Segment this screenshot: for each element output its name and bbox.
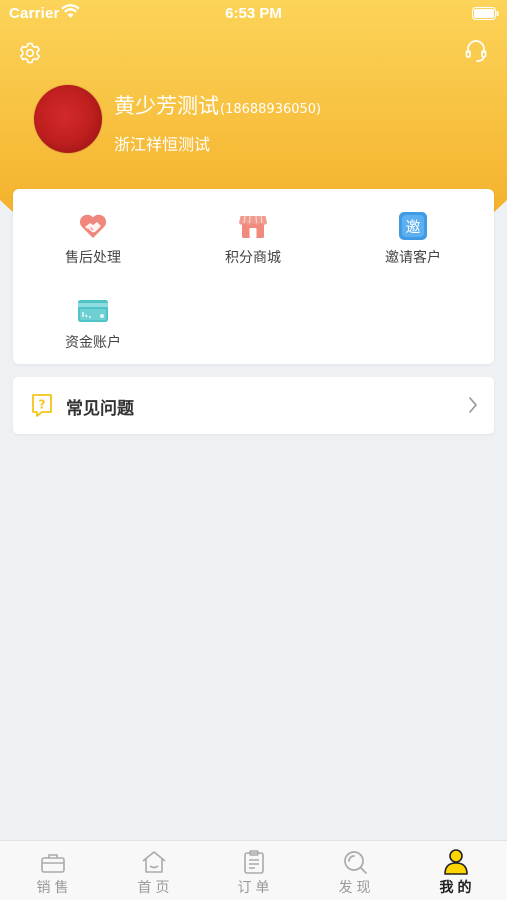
tab-sales[interactable]: 销售 (2, 841, 103, 900)
user-name: 黄少芳测试 (114, 94, 219, 118)
user-name-row: 黄少芳测试(18688936050) (114, 90, 321, 120)
menu-card: 售后处理 积分商城 邀 邀请客户 资金账户 (13, 189, 494, 364)
faq-row[interactable]: ? 常见问题 (13, 377, 494, 434)
avatar[interactable] (34, 85, 102, 153)
tab-label: 发现 (338, 880, 375, 896)
menu-item-points-mall[interactable]: 积分商城 (173, 209, 333, 267)
battery-icon (472, 6, 499, 24)
invite-icon-text: 邀 (405, 218, 420, 236)
tab-bar: 销售 首页 订单 发现 我的 (0, 840, 507, 900)
search-icon (304, 841, 405, 875)
question-icon: ? (31, 393, 53, 421)
tab-label: 首页 (137, 880, 174, 896)
menu-item-invite-customer[interactable]: 邀 邀请客户 (333, 209, 493, 267)
invite-icon: 邀 (333, 209, 493, 243)
tab-mine[interactable]: 我的 (405, 841, 506, 900)
clock: 6:53 PM (225, 5, 282, 22)
menu-item-fund-account[interactable]: 资金账户 (13, 294, 173, 352)
person-icon (405, 841, 506, 875)
menu-item-after-sales[interactable]: 售后处理 (13, 209, 173, 267)
menu-item-label: 资金账户 (65, 335, 121, 351)
tab-orders[interactable]: 订单 (203, 841, 304, 900)
home-icon (103, 841, 204, 875)
status-bar: Carrier 6:53 PM (0, 0, 507, 28)
tab-discover[interactable]: 发现 (304, 841, 405, 900)
user-phone: (18688936050) (220, 102, 322, 117)
tab-home[interactable]: 首页 (103, 841, 204, 900)
handshake-heart-icon (13, 209, 173, 243)
menu-item-label: 售后处理 (65, 250, 121, 266)
headset-icon[interactable] (464, 39, 488, 69)
gear-icon[interactable] (18, 41, 42, 69)
menu-item-label: 积分商城 (225, 250, 281, 266)
tab-label: 销售 (36, 880, 73, 896)
tab-label: 订单 (237, 880, 274, 896)
company-name: 浙江祥恒测试 (114, 135, 211, 154)
tab-label: 我的 (439, 880, 476, 896)
faq-label: 常见问题 (66, 399, 134, 419)
chevron-right-icon (468, 396, 478, 418)
clipboard-icon (203, 841, 304, 875)
shop-icon (173, 209, 333, 243)
card-icon (13, 294, 173, 328)
menu-item-label: 邀请客户 (385, 250, 441, 266)
briefcase-icon (2, 841, 103, 875)
svg-text:?: ? (39, 398, 46, 412)
